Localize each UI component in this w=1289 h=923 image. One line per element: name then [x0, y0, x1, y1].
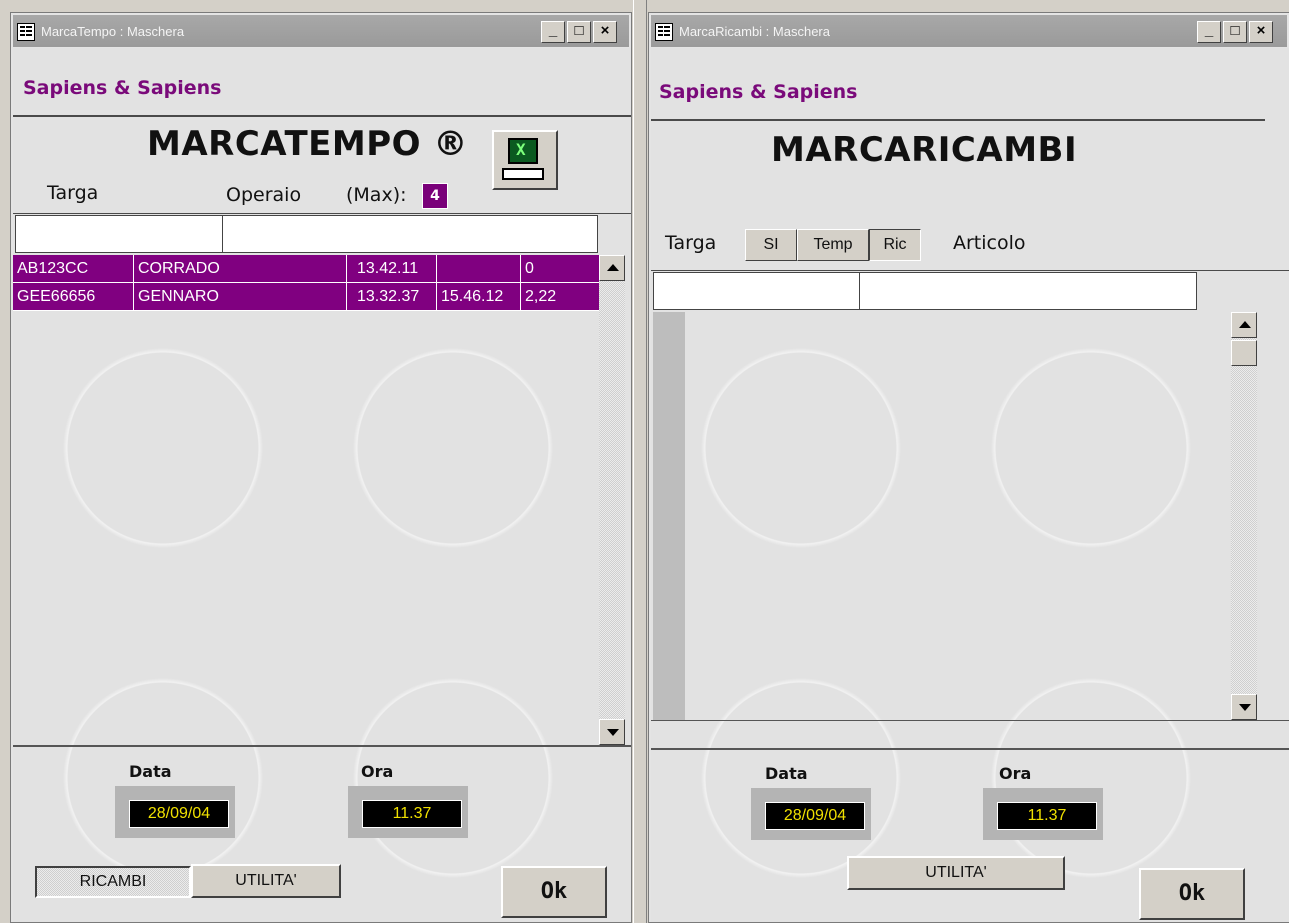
toggle-temp[interactable]: Temp	[797, 229, 869, 261]
cell-operaio: GENNARO	[134, 283, 347, 311]
articolo-input[interactable]	[860, 273, 1196, 309]
operaio-input[interactable]	[223, 216, 597, 252]
cell-hours: 0	[525, 260, 534, 277]
articolo-label: Articolo	[953, 232, 1026, 254]
cell-targa: GEE66656	[13, 283, 134, 311]
utilita-button[interactable]: UTILITA'	[191, 864, 341, 898]
computer-icon-button[interactable]	[492, 130, 558, 190]
page-title: MARCATEMPO ®	[147, 124, 468, 164]
title-bar[interactable]: MarcaTempo : Maschera _ □ ×	[13, 15, 629, 47]
utilita-button[interactable]: UTILITA'	[847, 856, 1065, 890]
targa-label: Targa	[47, 182, 99, 204]
window-title: MarcaTempo : Maschera	[41, 24, 185, 39]
page-title: MARCARICAMBI	[771, 130, 1078, 170]
toggle-si[interactable]: SI	[745, 229, 797, 261]
close-button[interactable]: ×	[593, 21, 617, 43]
data-label: Data	[765, 764, 808, 783]
scroll-down-arrow-icon[interactable]	[1231, 694, 1257, 720]
cell-start: 13.32.37	[347, 283, 437, 311]
targa-input[interactable]	[16, 216, 223, 252]
header-divider	[13, 115, 631, 117]
cell-hours: 2,22	[525, 288, 557, 305]
time-frame: 11.37	[348, 786, 468, 838]
data-label: Data	[129, 762, 172, 781]
time-field[interactable]: 11.37	[362, 800, 462, 828]
scroll-thumb[interactable]	[1231, 340, 1257, 366]
cell-end	[437, 255, 521, 283]
cell-operaio: CORRADO	[134, 255, 347, 283]
window-title: MarcaRicambi : Maschera	[679, 24, 830, 39]
brand-label: Sapiens & Sapiens	[23, 77, 222, 99]
targa-input[interactable]	[654, 273, 860, 309]
minimize-button[interactable]: _	[541, 21, 565, 43]
date-field[interactable]: 28/09/04	[129, 800, 229, 828]
form-background: Sapiens & Sapiens MARCARICAMBI Targa SI …	[651, 48, 1289, 922]
form-icon	[655, 23, 673, 41]
maximize-button[interactable]: □	[1223, 21, 1247, 43]
date-frame: 28/09/04	[751, 788, 871, 840]
form-icon	[17, 23, 35, 41]
max-label: (Max):	[346, 184, 407, 206]
toggle-ric[interactable]: Ric	[869, 229, 921, 261]
form-background: Sapiens & Sapiens MARCATEMPO ® Targa Ope…	[13, 48, 631, 922]
parts-grid[interactable]	[685, 312, 1231, 720]
footer-divider	[651, 748, 1289, 750]
ricambi-button[interactable]: RICAMBI	[35, 866, 191, 898]
ok-button[interactable]: Ok	[1139, 868, 1245, 920]
maximize-button[interactable]: □	[567, 21, 591, 43]
ora-label: Ora	[999, 764, 1032, 783]
computer-icon	[508, 138, 538, 164]
timesheet-grid: AB123CC CORRADO 13.42.11 0 GEE66656 GENN…	[13, 255, 601, 745]
time-frame: 11.37	[983, 788, 1103, 840]
scroll-down-arrow-icon[interactable]	[599, 719, 625, 745]
vertical-scrollbar[interactable]	[1231, 312, 1257, 720]
ora-label: Ora	[361, 762, 394, 781]
marcatempo-window: MarcaTempo : Maschera _ □ × Sapiens & Sa…	[10, 12, 632, 923]
record-selector[interactable]	[653, 312, 685, 720]
scroll-up-arrow-icon[interactable]	[599, 255, 625, 281]
max-value-badge: 4	[422, 183, 448, 209]
cell-end: 15.46.12	[437, 283, 521, 311]
window-splitter[interactable]	[633, 0, 647, 923]
title-bar[interactable]: MarcaRicambi : Maschera _ □ ×	[651, 15, 1287, 47]
header-divider	[651, 119, 1265, 121]
ok-button[interactable]: Ok	[501, 866, 607, 918]
brand-label: Sapiens & Sapiens	[659, 81, 858, 103]
table-row[interactable]: AB123CC CORRADO 13.42.11 0	[13, 255, 599, 283]
targa-label: Targa	[665, 232, 717, 254]
vertical-scrollbar[interactable]	[599, 255, 625, 745]
date-frame: 28/09/04	[115, 786, 235, 838]
time-field[interactable]: 11.37	[997, 802, 1097, 830]
minimize-button[interactable]: _	[1197, 21, 1221, 43]
entry-row	[653, 272, 1197, 310]
operaio-label: Operaio	[226, 184, 302, 206]
cell-targa: AB123CC	[13, 255, 134, 283]
close-button[interactable]: ×	[1249, 21, 1273, 43]
marcaricambi-window: MarcaRicambi : Maschera _ □ × Sapiens & …	[648, 12, 1289, 923]
footer-divider	[13, 745, 631, 747]
cell-start: 13.42.11	[347, 255, 437, 283]
entry-row	[15, 215, 598, 253]
date-field[interactable]: 28/09/04	[765, 802, 865, 830]
table-row[interactable]: GEE66656 GENNARO 13.32.37 15.46.12 2,22	[13, 283, 599, 311]
scroll-up-arrow-icon[interactable]	[1231, 312, 1257, 338]
